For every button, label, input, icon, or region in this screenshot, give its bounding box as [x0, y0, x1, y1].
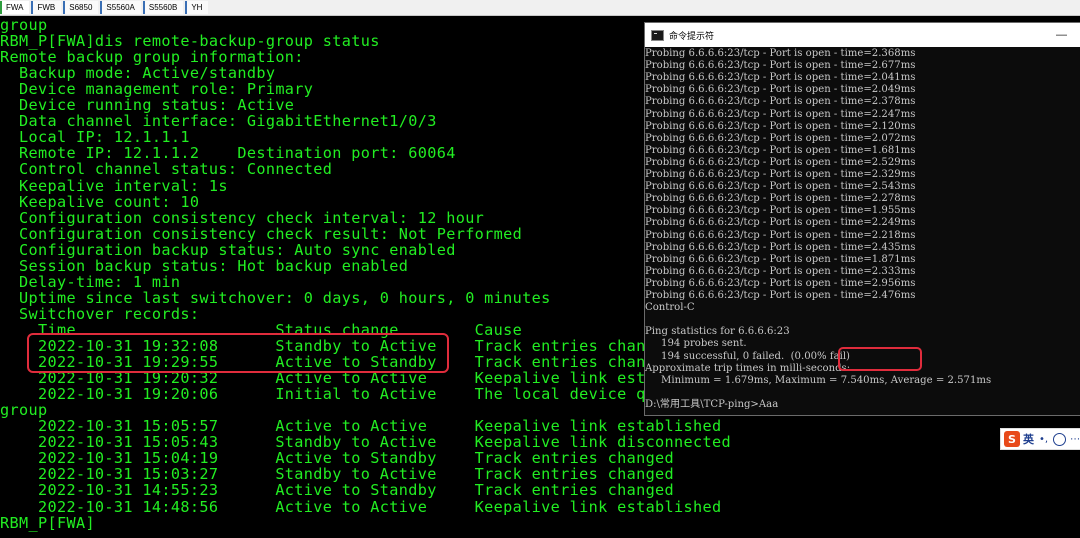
cmd-line: Probing 6.6.6.6:23/tcp - Port is open - … [645, 229, 916, 241]
terminal-line: Configuration consistency check interval… [0, 208, 485, 227]
terminal-line: RBM_P[FWA] [0, 513, 95, 532]
terminal-line: Remote IP: 12.1.1.2 Destination port: 60… [0, 144, 456, 163]
tab-s5560b[interactable]: S5560B [142, 1, 184, 14]
terminal-line: Remote backup group information: [0, 48, 304, 67]
terminal-line: Delay-time: 1 min [0, 272, 181, 291]
cmd-line: 194 probes sent. [645, 338, 747, 350]
ime-toolbar[interactable]: S 英 •, ⋯ [1000, 428, 1080, 450]
cmd-line: Probing 6.6.6.6:23/tcp - Port is open - … [645, 217, 916, 229]
cmd-line: Approximate trip times in milli-seconds: [645, 362, 851, 374]
terminal-line: 2022-10-31 15:05:57 Active to Active Kee… [0, 417, 722, 436]
fail-rate-highlight-box [838, 347, 922, 371]
ime-language-mode[interactable]: 英 [1023, 431, 1034, 447]
cmd-title-bar[interactable]: 命令提示符 — [645, 23, 1080, 47]
cmd-line: Minimum = 1.679ms, Maximum = 7.540ms, Av… [645, 374, 992, 386]
cmd-app-icon [651, 29, 664, 41]
cmd-line: Probing 6.6.6.6:23/tcp - Port is open - … [645, 72, 916, 84]
terminal-line: Device running status: Active [0, 96, 295, 115]
terminal-line: 2022-10-31 14:55:23 Active to Standby Tr… [0, 481, 675, 500]
terminal-line: Control channel status: Connected [0, 160, 333, 179]
cmd-line: 194 successful, 0 failed. (0.00% fail) [645, 350, 850, 362]
terminal-line: RBM_P[FWA]dis remote-backup-group status [0, 32, 380, 51]
terminal-line: Keepalive interval: 1s [0, 176, 228, 195]
emoji-icon[interactable] [1053, 432, 1067, 446]
terminal-line: 2022-10-31 15:03:27 Standby to Active Tr… [0, 465, 675, 484]
terminal-line: Backup mode: Active/standby [0, 64, 276, 83]
terminal-line: 2022-10-31 19:20:06 Initial to Active Th… [0, 385, 646, 404]
cmd-line: Probing 6.6.6.6:23/tcp - Port is open - … [645, 193, 916, 205]
cmd-line: Ping statistics for 6.6.6.6:23 [645, 326, 790, 338]
cmd-line: Probing 6.6.6.6:23/tcp - Port is open - … [645, 241, 916, 253]
cmd-line: Probing 6.6.6.6:23/tcp - Port is open - … [645, 277, 916, 289]
terminal-line: 2022-10-31 15:04:19 Active to Standby Tr… [0, 449, 675, 468]
terminal-line: Uptime since last switchover: 0 days, 0 … [0, 288, 551, 307]
cmd-window[interactable]: 命令提示符 — Probing 6.6.6.6:23/tcp - Port is… [644, 22, 1080, 416]
cmd-line: Probing 6.6.6.6:23/tcp - Port is open - … [645, 181, 916, 193]
terminal-line: 2022-10-31 14:48:56 Active to Active Kee… [0, 497, 722, 516]
session-tab-bar: FWA FWB S6850 S5560A S5560B YH [0, 0, 1080, 16]
terminal-line: Session backup status: Hot backup enable… [0, 256, 409, 275]
cmd-line: D:\常用工具\TCP-ping>Aaa [645, 398, 779, 410]
cmd-line: Probing 6.6.6.6:23/tcp - Port is open - … [645, 290, 916, 301]
cmd-line: Probing 6.6.6.6:23/tcp - Port is open - … [645, 169, 916, 180]
terminal-line: Configuration backup status: Auto sync e… [0, 240, 456, 259]
switchover-highlight-box [27, 333, 449, 373]
terminal-line: group [0, 401, 48, 420]
terminal-line: 2022-10-31 15:05:43 Standby to Active Ke… [0, 433, 732, 452]
cmd-line: Probing 6.6.6.6:23/tcp - Port is open - … [645, 48, 916, 59]
cmd-line: Control-C [645, 302, 695, 314]
terminal-line: Configuration consistency check result: … [0, 224, 523, 243]
more-icon[interactable]: ⋯ [1070, 434, 1080, 445]
tab-yh[interactable]: YH [185, 1, 209, 14]
cmd-line: Probing 6.6.6.6:23/tcp - Port is open - … [645, 84, 916, 96]
cmd-line: Probing 6.6.6.6:23/tcp - Port is open - … [645, 156, 916, 168]
terminal-line: Local IP: 12.1.1.1 [0, 128, 190, 147]
cmd-line: Probing 6.6.6.6:23/tcp - Port is open - … [645, 205, 916, 217]
terminal-line: Keepalive count: 10 [0, 192, 200, 211]
punctuation-mode[interactable]: •, [1039, 434, 1048, 445]
cmd-line: Probing 6.6.6.6:23/tcp - Port is open - … [645, 108, 916, 120]
cmd-window-title: 命令提示符 [669, 30, 715, 41]
tab-s6850[interactable]: S6850 [63, 1, 99, 14]
cmd-line: Probing 6.6.6.6:23/tcp - Port is open - … [645, 96, 916, 108]
minimize-icon[interactable]: — [1056, 29, 1067, 41]
cmd-line: Probing 6.6.6.6:23/tcp - Port is open - … [645, 132, 916, 144]
terminal-line: group [0, 16, 48, 34]
terminal-line: Data channel interface: GigabitEthernet1… [0, 112, 437, 131]
terminal-line: Device management role: Primary [0, 80, 314, 99]
cmd-line: Probing 6.6.6.6:23/tcp - Port is open - … [645, 265, 916, 277]
tab-fwb[interactable]: FWB [31, 1, 62, 14]
cmd-line: Probing 6.6.6.6:23/tcp - Port is open - … [645, 120, 916, 132]
cmd-line: Probing 6.6.6.6:23/tcp - Port is open - … [645, 253, 916, 265]
sogou-logo-icon[interactable]: S [1004, 431, 1020, 447]
tab-s5560a[interactable]: S5560A [100, 1, 141, 14]
tab-fwa[interactable]: FWA [0, 1, 30, 14]
cmd-line: Probing 6.6.6.6:23/tcp - Port is open - … [645, 144, 916, 156]
terminal-line: Switchover records: [0, 304, 200, 323]
cmd-line: Probing 6.6.6.6:23/tcp - Port is open - … [645, 60, 916, 72]
